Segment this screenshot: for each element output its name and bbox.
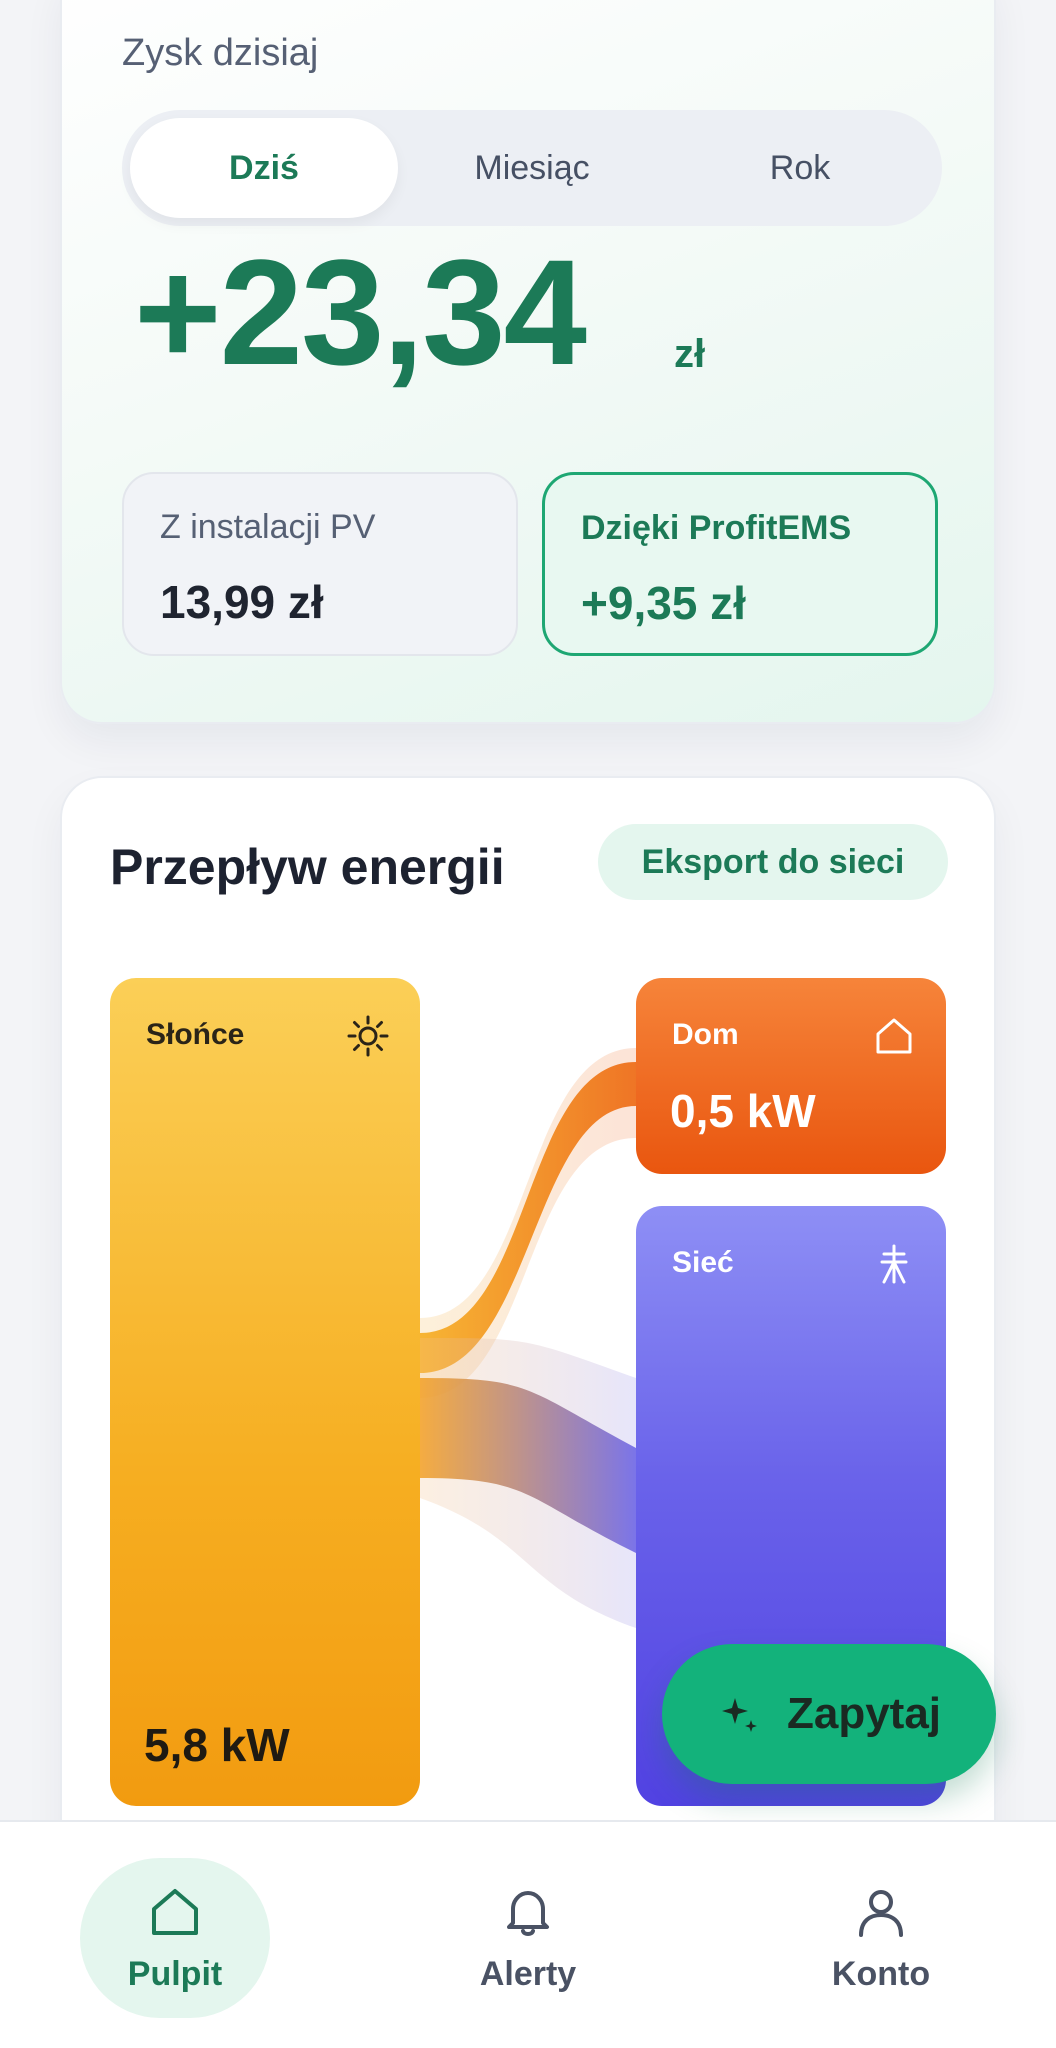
ems-profit-value: +9,35 zł [581,577,746,629]
profit-card: Zysk dzisiaj Dziś Miesiąc Rok +23,34 zł … [60,0,996,724]
user-icon [859,1889,903,1937]
sun-node: Słońce 5,8 kW [110,978,420,1806]
home-icon [876,1018,912,1054]
home-icon [152,1888,198,1935]
home-power-value: 0,5 kW [670,1085,816,1137]
bell-icon [507,1890,549,1936]
pv-profit-value: 13,99 zł [160,576,324,628]
grid-node-label: Sieć [672,1246,734,1279]
flow-sun-to-home [420,1062,636,1373]
nav-label-alerts: Alerty [479,1954,577,1993]
profit-title: Zysk dzisiaj [122,32,319,74]
power-pylon-icon [880,1244,908,1284]
period-selector: Dziś Miesiąc Rok [122,110,942,226]
bottom-navigation: Pulpit Alerty Konto [0,1820,1056,2048]
ems-profit-label: Dzięki ProfitEMS [581,509,852,547]
nav-label-pulpit: Pulpit [127,1954,223,1993]
nav-item-account[interactable]: Konto [786,1858,976,2018]
profit-amount: +23,34 [134,228,587,396]
ask-assistant-label: Zapytaj [786,1689,942,1738]
pv-profit-tile: Z instalacji PV 13,99 zł [122,472,518,656]
nav-item-alerts[interactable]: Alerty [433,1858,623,2018]
home-node: Dom 0,5 kW [636,978,946,1174]
pv-profit-label: Z instalacji PV [160,508,376,546]
home-node-label: Dom [672,1018,739,1051]
ask-assistant-button[interactable]: Zapytaj [662,1644,996,1784]
tab-year[interactable]: Rok [666,118,934,218]
tab-month[interactable]: Miesiąc [398,118,666,218]
nav-label-account: Konto [831,1954,931,1993]
sun-power-value: 5,8 kW [144,1719,290,1771]
profit-unit: zł [674,332,706,376]
nav-item-pulpit[interactable]: Pulpit [80,1858,270,2018]
sun-icon [347,1015,389,1057]
ems-profit-tile: Dzięki ProfitEMS +9,35 zł [542,472,938,656]
sun-node-label: Słońce [146,1018,245,1051]
tab-today[interactable]: Dziś [130,118,398,218]
sparkles-icon [721,1698,757,1732]
